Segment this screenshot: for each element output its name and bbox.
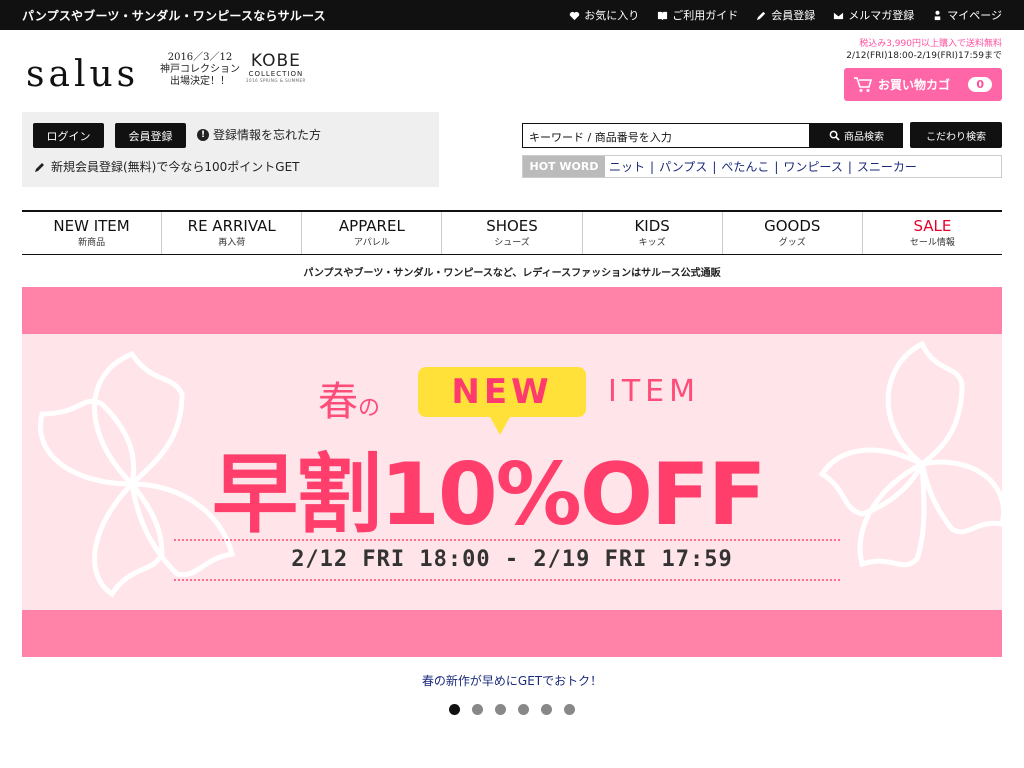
hot-word-bar: HOT WORD ニット | パンプス | ぺたんこ | ワンピース | スニーカー [522,155,1002,178]
mypage-link[interactable]: マイページ [932,7,1002,23]
banner-offer-text: 早割10%OFF [212,445,766,545]
info-icon: ! [197,128,209,141]
banner-spring-text: 春の [318,379,381,425]
banner-inner: 春の NEW ITEM 早割10%OFF 2/12 FRI 18:00 - 2/… [22,334,1002,610]
category-nav: NEW ITEM 新商品 RE ARRIVAL 再入荷 APPAREL アパレル SH… [22,210,1002,255]
register-link[interactable]: 会員登録 [756,7,815,23]
pager-dot[interactable] [564,704,575,715]
banner-caption[interactable]: 春の新作が早めにGETでおトク！ [0,672,1024,689]
top-nav: お気に入り ご利用ガイド 会員登録 メルマガ登録 マイページ [569,7,1002,23]
hotword-link[interactable]: ワンピース [783,158,842,175]
nav-kids[interactable]: KIDS キッズ [583,212,723,254]
new-register-link[interactable]: 新規会員登録(無料)で今なら100ポイントGET [34,158,299,175]
search-icon [829,130,840,141]
guide-link[interactable]: ご利用ガイド [657,7,738,23]
nav-goods[interactable]: GOODS グッズ [723,212,863,254]
book-icon [658,11,668,20]
pencil-icon [35,162,44,172]
advanced-search-button[interactable]: こだわり検索 [910,122,1002,148]
nav-apparel[interactable]: APPAREL アパレル [302,212,443,254]
hotword-link[interactable]: スニーカー [857,158,917,175]
favorites-link[interactable]: お気に入り [569,7,639,23]
hotword-link[interactable]: ぺたんこ [721,158,769,175]
kobe-date: 2016／3／12 神戸コレクション 出場決定！！ [160,52,240,87]
nav-re-arrival[interactable]: RE ARRIVAL 再入荷 [162,212,303,254]
pager-dot[interactable] [541,704,552,715]
hotword-link[interactable]: ニット [609,158,645,175]
banner-item-text: ITEM [608,374,701,409]
site-logo[interactable]: salus [26,54,139,95]
login-box: ログイン 会員登録 ! 登録情報を忘れた方 新規会員登録(無料)で今なら100ポ… [22,112,439,187]
shipping-notice: 税込み3,990円以上購入で送料無料 2/12(FRI)18:00-2/19(F… [846,39,1002,61]
hot-word-label: HOT WORD [523,156,605,177]
banner-new-bubble: NEW [418,367,586,435]
member-register-button[interactable]: 会員登録 [115,123,186,148]
kobe-logo: KOBE COLLECTION 2016 SPRING & SUMMER [246,51,306,83]
search-input[interactable]: キーワード / 商品番号を入力 [522,123,810,148]
newsletter-link[interactable]: メルマガ登録 [833,7,914,23]
kobe-collection-badge[interactable]: 2016／3／12 神戸コレクション 出場決定！！ KOBE COLLECTIO… [160,52,306,88]
cart-icon [854,76,872,92]
pencil-icon [757,11,766,20]
cart-label: お買い物カゴ [878,78,951,92]
nav-sale[interactable]: SALE セール情報 [863,212,1002,254]
hotword-link[interactable]: パンプス [659,158,707,175]
cart-button[interactable]: お買い物カゴ 0 [844,68,1002,101]
pager-dot[interactable] [495,704,506,715]
pager-dot[interactable] [472,704,483,715]
search-button[interactable]: 商品検索 [810,123,903,148]
login-button[interactable]: ログイン [33,123,104,148]
site-tagline: パンプスやブーツ・サンダル・ワンピースならサルース [22,8,326,23]
pager-dot[interactable] [449,704,460,715]
top-bar: パンプスやブーツ・サンダル・ワンピースならサルース お気に入り ご利用ガイド 会… [0,0,1024,30]
site-description: パンプスやブーツ・サンダル・ワンピースなど、レディースファッションはサルース公式… [303,268,721,279]
nav-new-item[interactable]: NEW ITEM 新商品 [22,212,163,254]
banner-dotted-line-top [174,539,840,541]
cart-count-badge: 0 [968,77,992,92]
banner-dotted-line-bottom [174,579,840,581]
forgot-info-link[interactable]: ! 登録情報を忘れた方 [197,126,321,143]
person-icon [934,10,941,20]
promo-banner[interactable]: 春の NEW ITEM 早割10%OFF 2/12 FRI 18:00 - 2/… [22,287,1002,657]
carousel-pager [0,704,1024,715]
banner-dates: 2/12 FRI 18:00 - 2/19 FRI 17:59 [291,547,733,572]
mail-icon [834,12,844,19]
nav-shoes[interactable]: SHOES シューズ [442,212,583,254]
pager-dot[interactable] [518,704,529,715]
heart-icon [570,11,580,20]
